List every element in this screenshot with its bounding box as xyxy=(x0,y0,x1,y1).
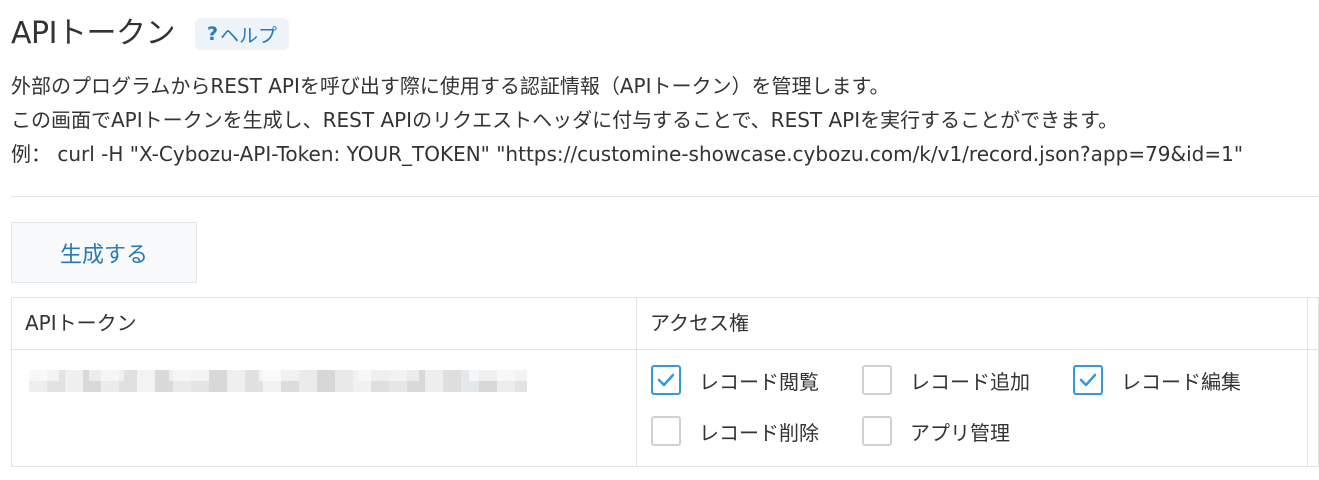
help-link[interactable]: ? ヘルプ xyxy=(194,18,290,50)
permission-record-edit[interactable]: レコード編集 xyxy=(1073,365,1241,395)
api-token-value-masked xyxy=(29,370,527,392)
column-divider-right xyxy=(1307,298,1308,466)
permission-label: レコード削除 xyxy=(699,420,819,445)
page-title: APIトークン xyxy=(11,16,175,51)
column-header-token: APIトークン xyxy=(25,311,137,335)
token-table: APIトークン アクセス権 レコード閲覧 レコード追加 レコード編集 レコード削… xyxy=(11,297,1319,467)
description-line-2: この画面でAPIトークンを生成し、REST APIのリクエストヘッダに付与するこ… xyxy=(11,108,1119,132)
permission-label: レコード編集 xyxy=(1121,369,1241,394)
description-line-1: 外部のプログラムからREST APIを呼び出す際に使用する認証情報（APIトーク… xyxy=(11,74,890,98)
permission-app-admin[interactable]: アプリ管理 xyxy=(862,416,1010,446)
permission-record-delete[interactable]: レコード削除 xyxy=(651,416,819,446)
permission-record-view[interactable]: レコード閲覧 xyxy=(651,365,819,395)
permission-label: レコード閲覧 xyxy=(699,369,819,394)
check-icon xyxy=(657,373,675,387)
description: 外部のプログラムからREST APIを呼び出す際に使用する認証情報（APIトーク… xyxy=(11,69,1243,171)
permission-label: レコード追加 xyxy=(910,369,1030,394)
column-header-access: アクセス権 xyxy=(650,311,749,335)
column-divider xyxy=(636,298,637,466)
permission-record-add[interactable]: レコード追加 xyxy=(862,365,1030,395)
checkbox-record-edit[interactable] xyxy=(1073,365,1103,395)
divider xyxy=(11,196,1319,197)
generate-button[interactable]: 生成する xyxy=(11,222,197,283)
checkbox-record-delete[interactable] xyxy=(651,416,681,446)
checkbox-app-admin[interactable] xyxy=(862,416,892,446)
help-icon: ? xyxy=(206,23,218,45)
check-icon xyxy=(1079,373,1097,387)
permission-label: アプリ管理 xyxy=(910,420,1010,445)
header: APIトークン ? ヘルプ xyxy=(11,14,290,54)
description-example: 例： curl -H "X-Cybozu-API-Token: YOUR_TOK… xyxy=(11,142,1244,166)
help-label: ヘルプ xyxy=(220,24,278,47)
checkbox-record-add[interactable] xyxy=(862,365,892,395)
checkbox-record-view[interactable] xyxy=(651,365,681,395)
